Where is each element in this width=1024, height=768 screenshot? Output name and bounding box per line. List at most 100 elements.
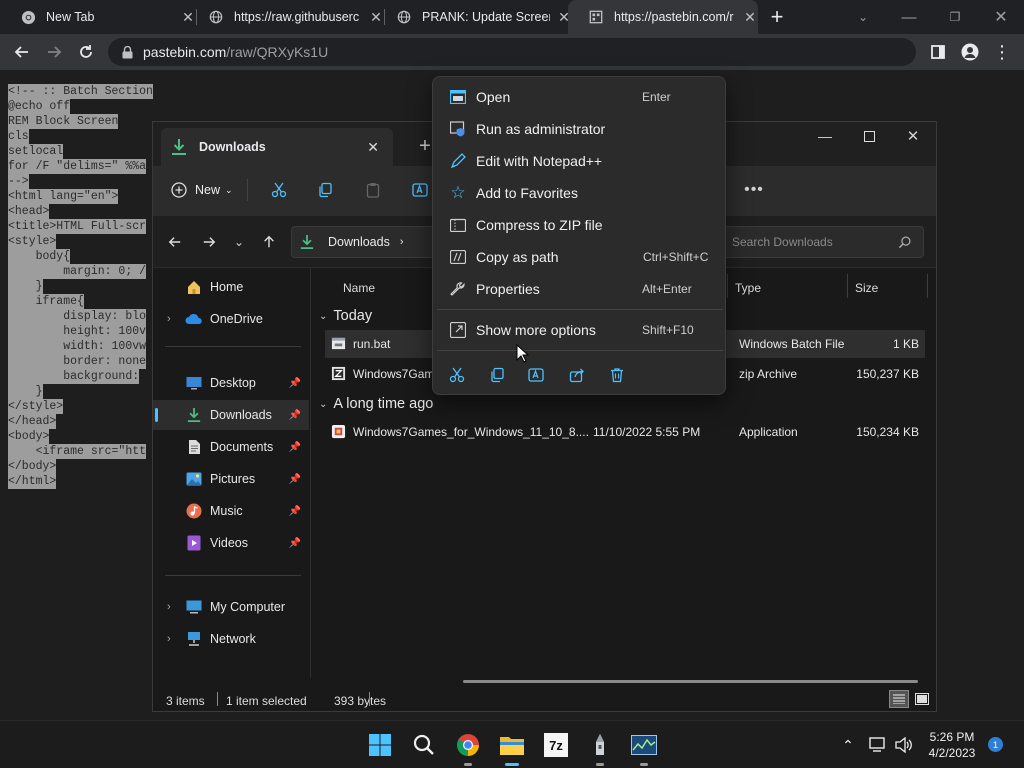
menu-item-open[interactable]: Open Enter bbox=[437, 82, 723, 112]
notification-badge[interactable]: 1 bbox=[988, 737, 1003, 752]
side-panel-button[interactable] bbox=[924, 38, 952, 66]
file-row[interactable]: Windows7Games_for_Windows_11_10_8.... 11… bbox=[325, 418, 925, 446]
group-header-a-long-time-ago[interactable]: ⌄ A long time ago bbox=[319, 394, 433, 414]
chevron-right-icon[interactable]: › bbox=[167, 313, 171, 325]
search-button[interactable] bbox=[408, 729, 440, 761]
nav-label: My Computer bbox=[210, 600, 286, 614]
back-button[interactable] bbox=[8, 38, 36, 66]
taskbar-7zip[interactable]: 7z bbox=[540, 729, 572, 761]
see-more-icon[interactable]: ••• bbox=[741, 178, 767, 202]
profile-button[interactable] bbox=[956, 38, 984, 66]
breadcrumb[interactable]: Downloads › bbox=[291, 226, 441, 258]
network-status-icon[interactable] bbox=[864, 729, 892, 761]
nav-item-downloads[interactable]: Downloads 📌 bbox=[153, 400, 309, 430]
menu-label: Compress to ZIP file bbox=[476, 217, 603, 233]
menu-item-show-more-options[interactable]: Show more options Shift+F10 bbox=[437, 315, 723, 345]
rename-button[interactable] bbox=[525, 363, 549, 387]
details-view-button[interactable] bbox=[889, 690, 909, 708]
system-clock[interactable]: 5:26 PM 4/2/2023 bbox=[916, 729, 988, 761]
tiles-view-button[interactable] bbox=[913, 690, 931, 708]
browser-tab[interactable]: PRANK: Update Screen ✕ bbox=[376, 0, 572, 34]
pin-icon[interactable]: 📌 bbox=[289, 538, 301, 549]
column-header-name[interactable]: Name bbox=[343, 274, 375, 302]
menu-item-run-as-administrator[interactable]: Run as administrator bbox=[437, 114, 723, 144]
copy-button[interactable] bbox=[485, 363, 509, 387]
close-tab-icon[interactable]: ✕ bbox=[742, 9, 758, 26]
nav-item-music[interactable]: Music 📌 bbox=[153, 496, 309, 526]
column-separator[interactable] bbox=[727, 274, 728, 298]
copy-button[interactable] bbox=[313, 178, 337, 202]
recent-locations-chevron-icon[interactable]: ⌄ bbox=[229, 230, 249, 254]
taskbar-file-explorer[interactable] bbox=[496, 729, 528, 766]
up-button[interactable] bbox=[257, 230, 281, 254]
share-button[interactable] bbox=[565, 363, 589, 387]
nav-label: Desktop bbox=[210, 376, 256, 390]
pin-icon[interactable]: 📌 bbox=[289, 506, 301, 517]
forward-button[interactable] bbox=[197, 230, 221, 254]
maximize-button[interactable] bbox=[853, 122, 885, 150]
address-bar[interactable]: pastebin.com/raw/QRXyKs1U bbox=[108, 38, 916, 66]
browser-tab[interactable]: New Tab ✕ bbox=[0, 0, 196, 34]
cut-button[interactable] bbox=[267, 178, 291, 202]
minimize-button[interactable]: — bbox=[809, 122, 841, 150]
pin-icon[interactable]: 📌 bbox=[289, 378, 301, 389]
column-header-type[interactable]: Type bbox=[735, 274, 761, 302]
paste-button[interactable] bbox=[361, 178, 385, 202]
column-separator[interactable] bbox=[927, 274, 928, 298]
menu-item-add-to-favorites[interactable]: ☆ Add to Favorites bbox=[437, 178, 723, 208]
forward-arrow-icon bbox=[203, 237, 216, 247]
chevron-right-icon[interactable]: › bbox=[167, 633, 171, 645]
close-window-button[interactable]: ✕ bbox=[897, 122, 929, 150]
restore-button[interactable]: ❐ bbox=[932, 0, 978, 34]
nav-item-home[interactable]: Home bbox=[153, 272, 309, 302]
taskbar-inkscape-app[interactable] bbox=[584, 729, 616, 766]
nav-item-documents[interactable]: Documents 📌 bbox=[153, 432, 309, 462]
nav-item-network[interactable]: › Network bbox=[153, 624, 309, 654]
search-input[interactable]: Search Downloads bbox=[722, 226, 924, 258]
tab-search-icon[interactable]: ⌄ bbox=[840, 0, 886, 34]
pin-icon[interactable]: 📌 bbox=[289, 474, 301, 485]
show-hidden-icons-chevron-icon[interactable]: ⌃ bbox=[832, 729, 864, 761]
cut-button[interactable] bbox=[445, 363, 469, 387]
nav-item-onedrive[interactable]: › OneDrive bbox=[153, 304, 309, 334]
chevron-down-icon: ⌄ bbox=[319, 310, 328, 322]
notepad-plus-plus-icon bbox=[449, 152, 467, 170]
videos-icon bbox=[185, 534, 203, 552]
close-window-button[interactable]: ✕ bbox=[978, 0, 1024, 34]
explorer-tab[interactable]: Downloads ✕ bbox=[161, 128, 393, 166]
minimize-button[interactable]: — bbox=[886, 0, 932, 34]
menu-item-copy-as-path[interactable]: Copy as path Ctrl+Shift+C bbox=[437, 242, 723, 272]
close-tab-icon[interactable]: ✕ bbox=[367, 139, 379, 156]
forward-button[interactable] bbox=[40, 38, 68, 66]
new-button[interactable]: New ⌄ bbox=[171, 178, 233, 202]
menu-item-properties[interactable]: Properties Alt+Enter bbox=[437, 274, 723, 304]
new-tab-button[interactable]: + bbox=[760, 0, 794, 34]
horizontal-scrollbar[interactable] bbox=[463, 680, 918, 683]
code-line: </head> bbox=[8, 414, 57, 429]
nav-item-videos[interactable]: Videos 📌 bbox=[153, 528, 309, 558]
pin-icon[interactable]: 📌 bbox=[289, 442, 301, 453]
browser-tab-active[interactable]: https://pastebin.com/r ✕ bbox=[568, 0, 758, 34]
chevron-right-icon[interactable]: › bbox=[167, 601, 171, 613]
group-header-today[interactable]: ⌄ Today bbox=[319, 306, 372, 326]
start-button[interactable] bbox=[364, 729, 396, 761]
pin-icon[interactable]: 📌 bbox=[289, 410, 301, 421]
column-separator[interactable] bbox=[847, 274, 848, 298]
rename-button[interactable] bbox=[409, 178, 433, 202]
menu-item-compress-to-zip[interactable]: Compress to ZIP file bbox=[437, 210, 723, 240]
delete-button[interactable] bbox=[605, 363, 629, 387]
volume-icon[interactable] bbox=[890, 729, 918, 761]
breadcrumb-downloads[interactable]: Downloads bbox=[328, 235, 390, 249]
nav-item-my-computer[interactable]: › My Computer bbox=[153, 592, 309, 622]
taskbar-resource-monitor[interactable] bbox=[628, 729, 660, 766]
menu-kebab-icon[interactable]: ⋮ bbox=[988, 38, 1016, 66]
reload-button[interactable] bbox=[72, 38, 100, 66]
nav-item-desktop[interactable]: Desktop 📌 bbox=[153, 368, 309, 398]
zip-folder-icon bbox=[449, 216, 467, 234]
menu-item-edit-with-notepad[interactable]: Edit with Notepad++ bbox=[437, 146, 723, 176]
browser-tab[interactable]: https://raw.githubuserc ✕ bbox=[188, 0, 384, 34]
nav-item-pictures[interactable]: Pictures 📌 bbox=[153, 464, 309, 494]
taskbar-chrome[interactable] bbox=[452, 729, 484, 766]
back-button[interactable] bbox=[163, 230, 187, 254]
column-header-size[interactable]: Size bbox=[855, 274, 878, 302]
